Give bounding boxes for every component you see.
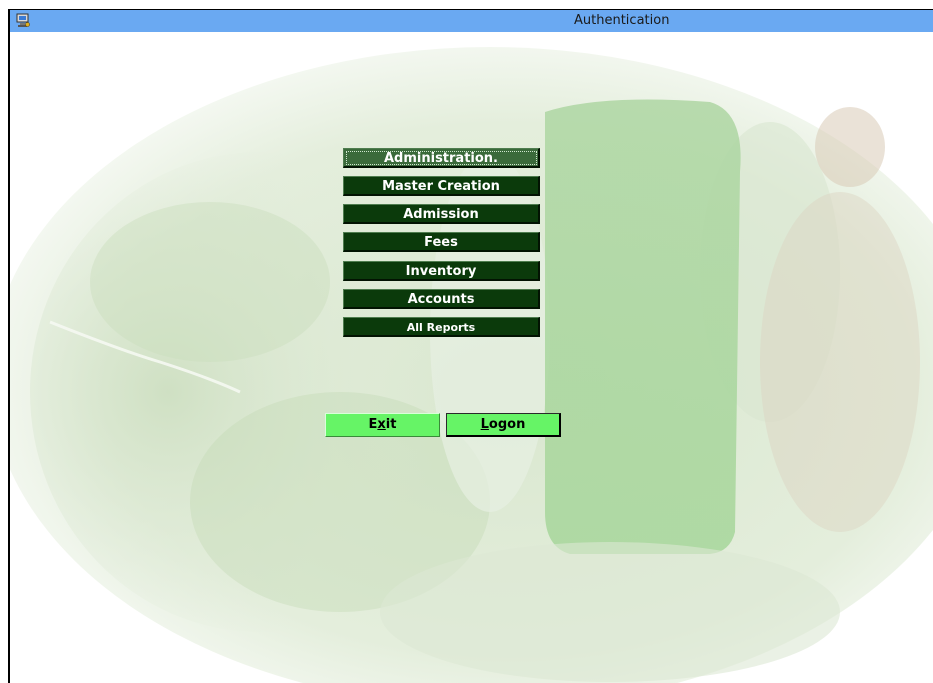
logon-button[interactable]: Logon: [446, 413, 561, 437]
logon-accelerator-key: L: [480, 417, 489, 432]
title-bar[interactable]: Authentication: [10, 10, 933, 32]
master-creation-button[interactable]: Master Creation: [343, 176, 540, 196]
administration-button[interactable]: Administration.: [343, 148, 540, 168]
authentication-window: Authentication Administration. Master Cr…: [8, 9, 933, 683]
logon-label-suffix: ogon: [488, 417, 526, 432]
accounts-button[interactable]: Accounts: [343, 289, 540, 309]
client-area: Administration. Master Creation Admissio…: [10, 32, 933, 683]
exit-label-suffix: it: [385, 417, 397, 432]
exit-accelerator-key: x: [377, 417, 386, 432]
fees-button[interactable]: Fees: [343, 232, 540, 252]
admission-button[interactable]: Admission: [343, 204, 540, 224]
inventory-button[interactable]: Inventory: [343, 261, 540, 281]
all-reports-button[interactable]: All Reports: [343, 317, 540, 337]
window-title: Authentication: [574, 13, 670, 28]
exit-button[interactable]: Exit: [325, 413, 440, 437]
background-image: [10, 47, 933, 683]
